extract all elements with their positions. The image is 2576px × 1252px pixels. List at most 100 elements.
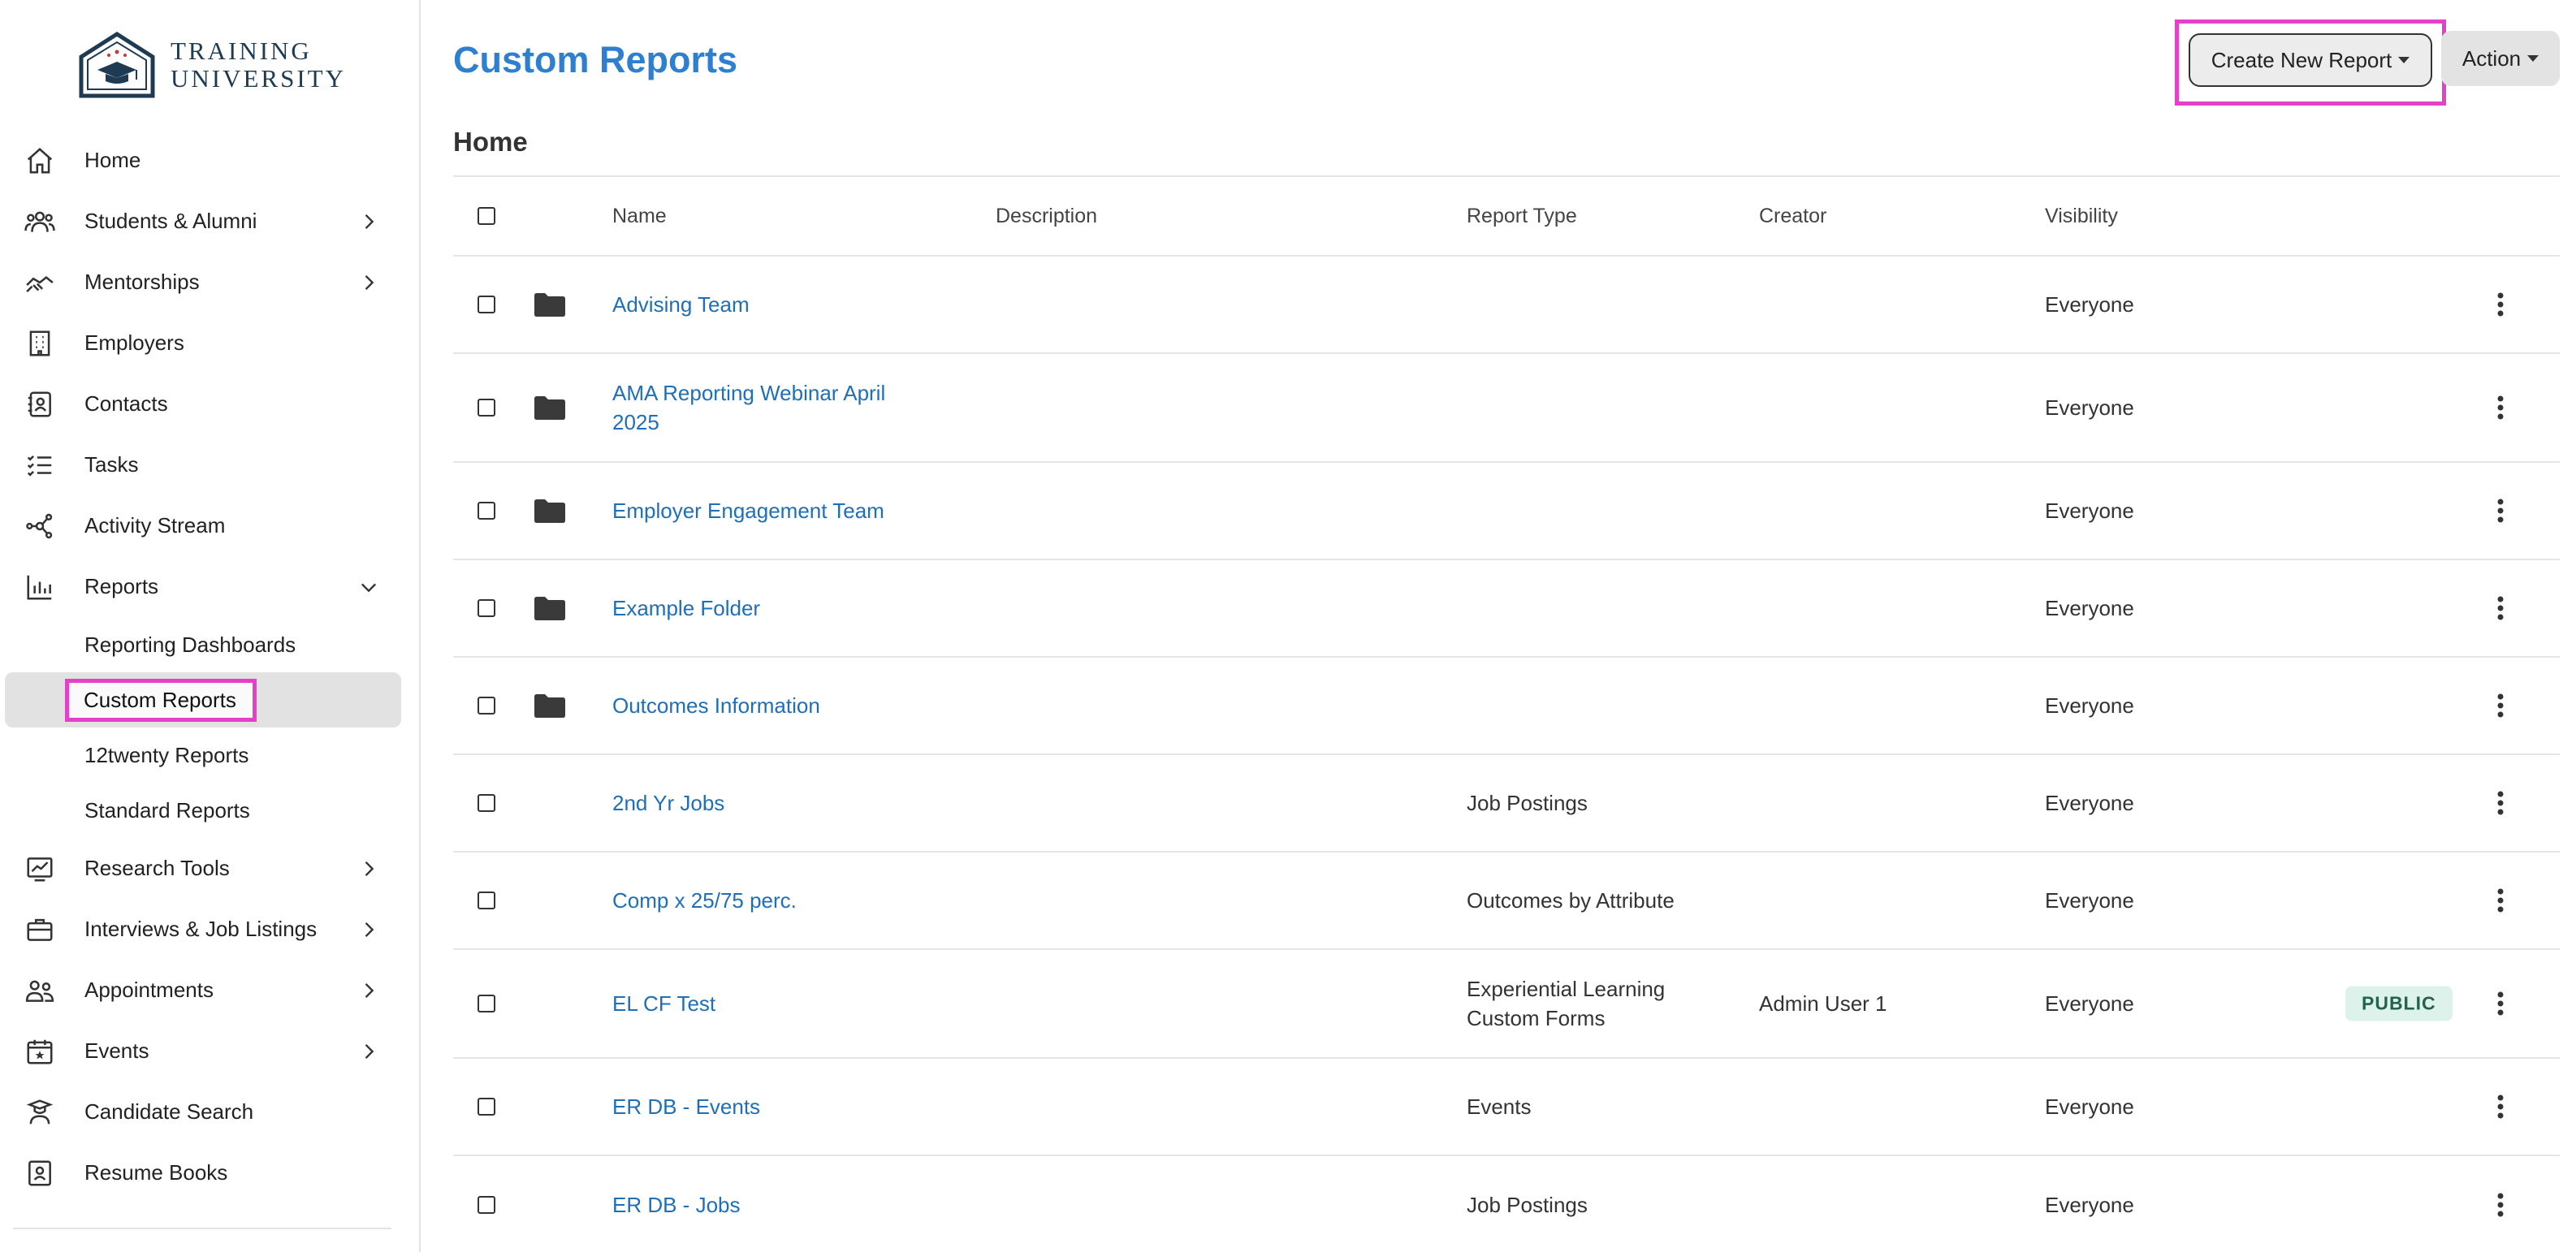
graduate-person-icon — [26, 1099, 54, 1124]
report-name-link[interactable]: Employer Engagement Team — [612, 496, 884, 525]
row-checkbox[interactable] — [478, 399, 495, 417]
table-row[interactable]: Example Folder Everyone — [453, 560, 2560, 658]
nav-label-events: Events — [84, 1038, 149, 1063]
nav-label-appointments: Appointments — [84, 978, 214, 1002]
row-checkbox[interactable] — [478, 995, 495, 1012]
nav-item-employers[interactable]: Employers — [0, 313, 421, 373]
training-university-logo[interactable]: TRAINING UNIVERSITY — [76, 31, 346, 99]
row-checkbox[interactable] — [478, 296, 495, 313]
report-name-link[interactable]: Advising Team — [612, 290, 750, 319]
table-row[interactable]: AMA Reporting Webinar April 2025 Everyon… — [453, 354, 2560, 463]
nav-label-reports: Reports — [84, 574, 159, 598]
row-checkbox[interactable] — [478, 599, 495, 617]
school-logo-icon — [79, 32, 155, 98]
visibility-value: Everyone — [2045, 1193, 2134, 1217]
nav-item-appointments[interactable]: Appointments — [0, 960, 421, 1021]
page-title: Custom Reports — [453, 39, 738, 80]
row-checkbox[interactable] — [478, 697, 495, 715]
more-options-icon[interactable] — [2497, 888, 2504, 913]
nav-label-research-tools: Research Tools — [84, 856, 230, 880]
nav-item-activity-stream[interactable]: Activity Stream — [0, 495, 421, 556]
select-all-checkbox[interactable] — [478, 207, 495, 225]
two-people-icon — [25, 980, 54, 1002]
table-row[interactable]: 2nd Yr Jobs Job Postings Everyone — [453, 755, 2560, 853]
report-name-link[interactable]: 2nd Yr Jobs — [612, 788, 724, 818]
row-checkbox[interactable] — [478, 794, 495, 812]
folder-icon — [534, 499, 565, 523]
report-type-value: Experiential Learning Custom Forms — [1467, 974, 1665, 1033]
nav-item-interviews-job-listings[interactable]: Interviews & Job Listings — [0, 899, 421, 960]
nav-label-resume-books: Resume Books — [84, 1160, 228, 1185]
more-options-icon[interactable] — [2497, 395, 2504, 420]
report-name-link[interactable]: Comp x 25/75 perc. — [612, 886, 797, 915]
row-checkbox[interactable] — [478, 1196, 495, 1214]
nav-item-research-tools[interactable]: Research Tools — [0, 838, 421, 899]
chevron-right-icon — [365, 982, 374, 998]
report-name-link[interactable]: EL CF Test — [612, 989, 715, 1018]
table-row[interactable]: Outcomes Information Everyone — [453, 658, 2560, 755]
nav-item-reports[interactable]: Reports — [0, 556, 421, 617]
nav-item-tasks[interactable]: Tasks — [0, 434, 421, 495]
more-options-icon[interactable] — [2497, 292, 2504, 317]
table-row[interactable]: ER DB - Events Events Everyone — [453, 1059, 2560, 1156]
row-checkbox[interactable] — [478, 892, 495, 909]
nav-subitem-custom-reports[interactable]: Custom Reports — [5, 672, 401, 727]
more-options-icon[interactable] — [2497, 991, 2504, 1016]
chevron-down-icon — [361, 583, 376, 592]
table-row[interactable]: Advising Team Everyone — [453, 257, 2560, 354]
nav-item-contacts[interactable]: Contacts — [0, 373, 421, 434]
nav-sublabel-custom-reports: Custom Reports — [65, 678, 257, 722]
table-row[interactable]: EL CF Test Experiential Learning Custom … — [453, 950, 2560, 1059]
network-nodes-icon — [26, 513, 53, 538]
folder-title: Home — [453, 127, 528, 157]
row-checkbox[interactable] — [478, 1098, 495, 1116]
report-name-link[interactable]: AMA Reporting Webinar April 2025 — [612, 378, 885, 437]
nav-item-home[interactable]: Home — [0, 130, 421, 191]
table-row[interactable]: Comp x 25/75 perc. Outcomes by Attribute… — [453, 853, 2560, 950]
more-options-icon[interactable] — [2497, 791, 2504, 815]
more-options-icon[interactable] — [2497, 596, 2504, 620]
more-options-icon[interactable] — [2497, 1094, 2504, 1119]
chevron-right-icon — [365, 1043, 374, 1059]
table-row[interactable]: Employer Engagement Team Everyone — [453, 463, 2560, 560]
create-new-report-button[interactable]: Create New Report — [2189, 33, 2432, 87]
report-name-link[interactable]: Example Folder — [612, 594, 760, 623]
report-name-link[interactable]: ER DB - Events — [612, 1092, 760, 1121]
nav-subitem-12twenty-reports[interactable]: 12twenty Reports — [0, 727, 421, 783]
column-header-name[interactable]: Name — [612, 201, 667, 231]
nav-item-events[interactable]: Events — [0, 1021, 421, 1081]
nav-label-students-alumni: Students & Alumni — [84, 209, 257, 233]
row-checkbox[interactable] — [478, 502, 495, 520]
more-options-icon[interactable] — [2497, 1193, 2504, 1217]
nav-sublabel-reporting-dashboards: Reporting Dashboards — [84, 632, 296, 657]
nav-label-home: Home — [84, 148, 141, 172]
report-type-value: Job Postings — [1467, 1193, 1588, 1217]
column-header-report-type[interactable]: Report Type — [1467, 201, 1577, 231]
table-row[interactable]: ER DB - Jobs Job Postings Everyone — [453, 1156, 2560, 1252]
create-new-report-label: Create New Report — [2211, 47, 2392, 72]
nav-item-mentorships[interactable]: Mentorships — [0, 252, 421, 313]
logo-wordmark: TRAINING UNIVERSITY — [171, 37, 346, 93]
nav-subitem-standard-reports[interactable]: Standard Reports — [0, 783, 421, 838]
column-header-visibility[interactable]: Visibility — [2045, 201, 2118, 231]
caret-down-icon — [2527, 55, 2539, 62]
nav-subitem-reporting-dashboards[interactable]: Reporting Dashboards — [0, 617, 421, 672]
nav-item-candidate-search[interactable]: Candidate Search — [0, 1081, 421, 1142]
bar-chart-icon — [27, 575, 52, 600]
nav-item-resume-books[interactable]: Resume Books — [0, 1142, 421, 1203]
report-name-link[interactable]: Outcomes Information — [612, 691, 820, 720]
nav-label-mentorships: Mentorships — [84, 270, 200, 294]
chevron-right-icon — [365, 274, 374, 290]
column-header-description[interactable]: Description — [996, 201, 1097, 231]
caret-down-icon — [2398, 57, 2410, 63]
nav-item-students-alumni[interactable]: Students & Alumni — [0, 191, 421, 252]
table-header-row: Name Description Report Type Creator Vis… — [453, 177, 2560, 257]
more-options-icon[interactable] — [2497, 499, 2504, 523]
report-type-line-2: Custom Forms — [1467, 1006, 1606, 1030]
action-dropdown-button[interactable]: Action — [2441, 31, 2560, 86]
sidebar: TRAINING UNIVERSITY Home Students & Alum… — [0, 0, 421, 1252]
report-name-link[interactable]: ER DB - Jobs — [612, 1190, 741, 1220]
column-header-creator[interactable]: Creator — [1759, 201, 1826, 231]
more-options-icon[interactable] — [2497, 693, 2504, 718]
nav-label-interviews-job-listings: Interviews & Job Listings — [84, 917, 318, 941]
